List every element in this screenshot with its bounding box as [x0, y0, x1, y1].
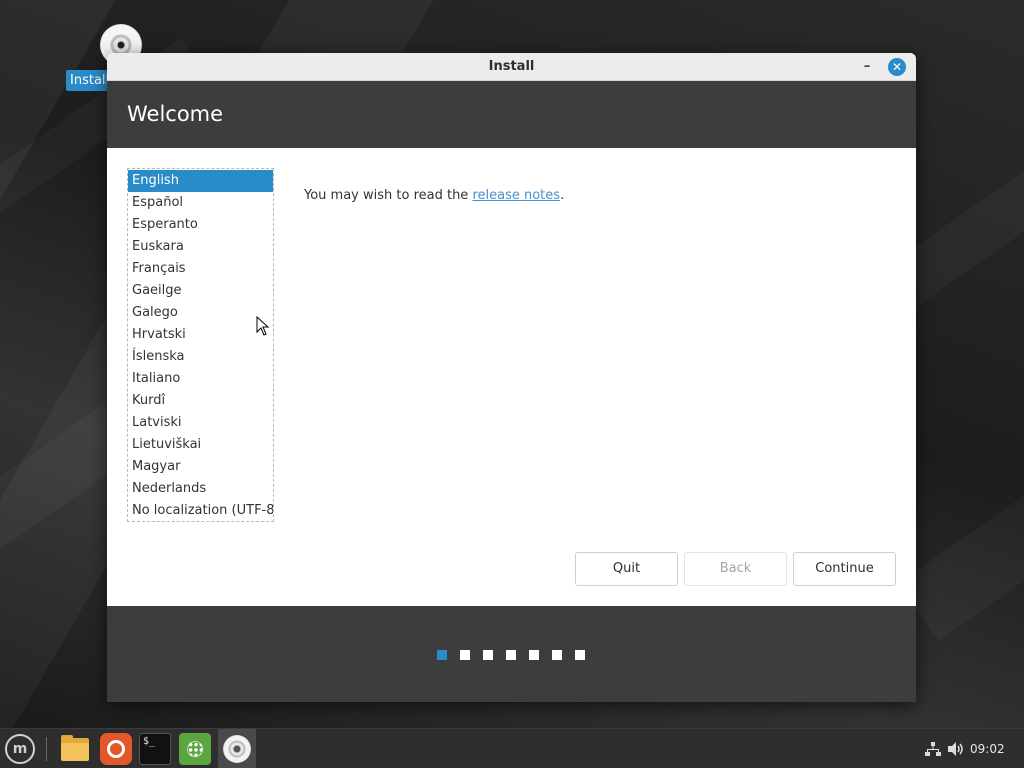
- progress-footer: [107, 606, 916, 702]
- taskbar-separator: [46, 737, 47, 761]
- network-icon[interactable]: [925, 741, 941, 757]
- mint-menu-icon[interactable]: m: [5, 734, 35, 764]
- release-notes-link[interactable]: release notes: [472, 188, 560, 203]
- close-button[interactable]: ✕: [888, 58, 906, 76]
- language-item[interactable]: Esperanto: [128, 214, 273, 236]
- firefox-icon[interactable]: [100, 733, 132, 765]
- progress-step-dot: [529, 650, 539, 660]
- progress-dots: [437, 650, 585, 660]
- release-notes-prefix: You may wish to read the: [304, 188, 473, 203]
- volume-icon[interactable]: [947, 741, 965, 757]
- language-item[interactable]: Hrvatski: [128, 324, 273, 346]
- language-item[interactable]: Íslenska: [128, 346, 273, 368]
- language-item[interactable]: Magyar: [128, 456, 273, 478]
- language-item[interactable]: Galego: [128, 302, 273, 324]
- language-item[interactable]: Latviski: [128, 412, 273, 434]
- progress-step-dot: [575, 650, 585, 660]
- language-list[interactable]: English Español Esperanto Euskara França…: [127, 168, 274, 522]
- language-item[interactable]: Français: [128, 258, 273, 280]
- clock[interactable]: 09:02: [970, 729, 1005, 768]
- installer-window: Install – ✕ Welcome English Español Espe…: [107, 53, 916, 702]
- release-notes-text: You may wish to read the release notes.: [304, 188, 564, 203]
- content-area: English Español Esperanto Euskara França…: [107, 148, 916, 606]
- taskbar: m $_ 09:02: [0, 728, 1024, 768]
- language-item[interactable]: Lietuviškai: [128, 434, 273, 456]
- progress-step-dot: [552, 650, 562, 660]
- installer-disc-icon[interactable]: [218, 729, 256, 768]
- page-title: Welcome: [127, 102, 224, 126]
- terminal-icon[interactable]: $_: [139, 733, 171, 765]
- progress-step-dot: [506, 650, 516, 660]
- back-button[interactable]: Back: [684, 552, 787, 586]
- release-notes-suffix: .: [560, 188, 565, 203]
- language-item[interactable]: Gaeilge: [128, 280, 273, 302]
- progress-step-dot: [437, 650, 447, 660]
- language-item[interactable]: Italiano: [128, 368, 273, 390]
- page-header: Welcome: [107, 81, 916, 148]
- continue-button[interactable]: Continue: [793, 552, 896, 586]
- minimize-button[interactable]: –: [858, 58, 876, 76]
- progress-step-dot: [460, 650, 470, 660]
- language-item[interactable]: English: [128, 170, 273, 192]
- calculator-icon[interactable]: [179, 733, 211, 765]
- folder-icon[interactable]: [60, 733, 92, 765]
- quit-button[interactable]: Quit: [575, 552, 678, 586]
- language-item[interactable]: Euskara: [128, 236, 273, 258]
- language-item[interactable]: Nederlands: [128, 478, 273, 500]
- progress-step-dot: [483, 650, 493, 660]
- language-item[interactable]: Kurdî: [128, 390, 273, 412]
- mouse-cursor-icon: [256, 316, 270, 336]
- language-item[interactable]: No localization (UTF-8): [128, 500, 273, 521]
- window-title: Install: [488, 59, 535, 74]
- window-titlebar[interactable]: Install – ✕: [107, 53, 916, 81]
- language-item[interactable]: Español: [128, 192, 273, 214]
